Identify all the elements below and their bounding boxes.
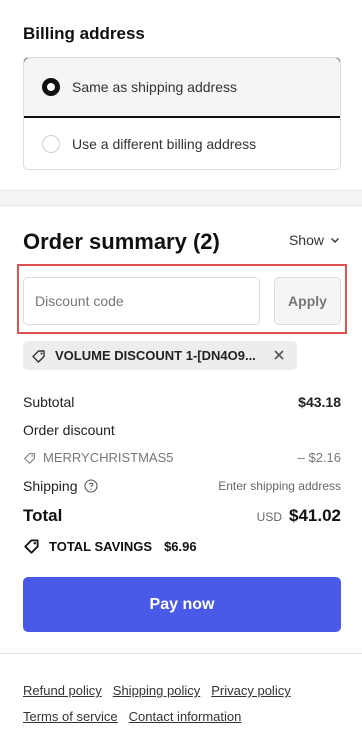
subtotal-row: Subtotal $43.18 [23, 394, 341, 410]
order-summary-title: Order summary (2) [23, 229, 220, 254]
pay-now-button[interactable]: Pay now [23, 577, 341, 632]
billing-option-label: Use a different billing address [72, 136, 257, 152]
chevron-down-icon [331, 238, 339, 243]
privacy-policy-link[interactable]: Privacy policy [211, 683, 290, 698]
footer-divider [0, 653, 362, 654]
shipping-value: Enter shipping address [218, 479, 341, 493]
shipping-row: Shipping Enter shipping address [23, 478, 341, 494]
total-savings: TOTAL SAVINGS $6.96 [23, 537, 197, 555]
subtotal-value: $43.18 [298, 394, 341, 410]
contact-information-link[interactable]: Contact information [129, 709, 242, 724]
discount-code-row: MERRYCHRISTMAS5 – $2.16 [23, 450, 341, 465]
refund-policy-link[interactable]: Refund policy [23, 683, 102, 698]
discount-code-input[interactable] [23, 277, 260, 325]
footer-links: Refund policy Shipping policy Privacy poli… [23, 678, 341, 730]
discount-code-name: MERRYCHRISTMAS5 [43, 450, 174, 465]
billing-options: Same as shipping address Use a different… [23, 57, 341, 170]
order-discount-label: Order discount [23, 422, 115, 438]
shipping-label: Shipping [23, 478, 78, 494]
billing-option-same[interactable]: Same as shipping address [24, 58, 340, 118]
section-divider [0, 190, 362, 206]
show-toggle-label: Show [288, 232, 324, 248]
total-row: Total USD $41.02 [23, 506, 341, 526]
billing-option-label: Same as shipping address [72, 79, 237, 95]
billing-option-different[interactable]: Use a different billing address [24, 117, 340, 169]
tag-icon [32, 349, 45, 363]
radio-unchecked-icon[interactable] [42, 135, 60, 153]
radio-checked-icon[interactable] [42, 78, 60, 96]
savings-label: TOTAL SAVINGS [49, 538, 153, 554]
order-discount-row: Order discount [23, 422, 341, 438]
billing-title: Billing address [23, 24, 145, 43]
show-summary-toggle[interactable]: Show [289, 232, 340, 248]
subtotal-label: Subtotal [23, 394, 75, 410]
total-label: Total [23, 506, 63, 525]
applied-discount-tag: VOLUME DISCOUNT 1-[DN4O9... [23, 341, 297, 370]
savings-value: $6.96 [164, 538, 197, 554]
terms-of-service-link[interactable]: Terms of service [23, 709, 118, 724]
apply-button[interactable]: Apply [274, 277, 341, 325]
shipping-policy-link[interactable]: Shipping policy [113, 683, 200, 698]
tag-icon [24, 452, 35, 464]
remove-discount-icon[interactable] [271, 347, 287, 363]
total-value: $41.02 [289, 506, 341, 525]
billing-section: Billing address Same as shipping address… [0, 0, 362, 190]
applied-discount-label: VOLUME DISCOUNT 1-[DN4O9... [55, 348, 256, 363]
discount-amount: – $2.16 [297, 450, 341, 465]
tag-icon [24, 539, 39, 554]
currency-code: USD [256, 510, 282, 524]
help-icon[interactable] [83, 479, 98, 493]
